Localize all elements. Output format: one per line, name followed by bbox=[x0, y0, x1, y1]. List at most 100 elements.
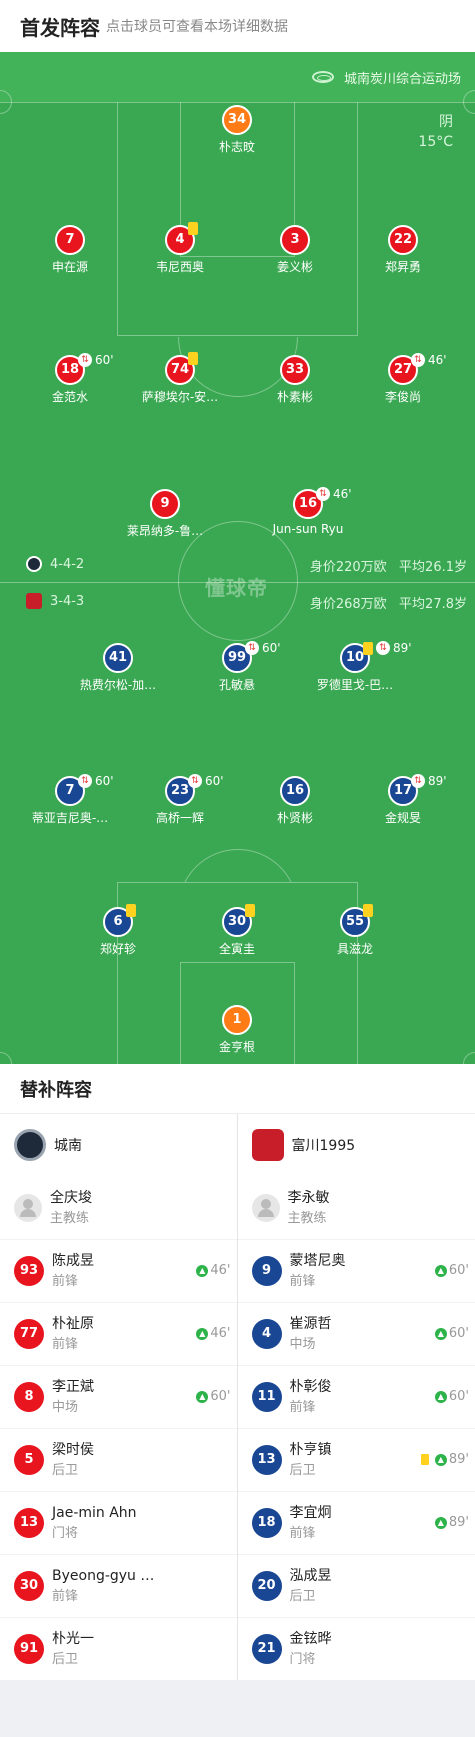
player-position: 门将 bbox=[52, 1526, 79, 1541]
away-player[interactable]: 41 热费尔松-加… bbox=[58, 643, 178, 693]
sub-on-icon: ▲ bbox=[434, 1453, 447, 1466]
sub-player-row[interactable]: 5 梁时侯 后卫 bbox=[0, 1428, 237, 1491]
away-player[interactable]: 55 具滋龙 bbox=[295, 904, 415, 957]
player-position: 后卫 bbox=[289, 1589, 316, 1604]
player-position: 前锋 bbox=[289, 1274, 316, 1289]
sub-on-icon: ▲ bbox=[434, 1516, 447, 1529]
sub-player-row[interactable]: 93 陈成昱 前锋 ▲ 46' bbox=[0, 1239, 237, 1302]
player-number: 3 bbox=[280, 225, 310, 255]
sub-on-icon: ▲ bbox=[196, 1264, 209, 1277]
away-player[interactable]: 7 ⇅ 60' 蒂亚吉尼奥-… bbox=[10, 774, 130, 826]
sub-in-status: ▲ 60' bbox=[434, 1326, 469, 1341]
yellow-card-icon bbox=[363, 641, 373, 655]
sub-player-row[interactable]: 4 崔源哲 中场 ▲ 60' bbox=[237, 1302, 475, 1365]
home-player[interactable]: 4 韦尼西奥 bbox=[120, 222, 240, 275]
sub-minute: 89' bbox=[448, 1515, 469, 1530]
substitution-marker: ⇅ 89' bbox=[363, 641, 412, 655]
home-coach[interactable]: 全庆埈 主教练 bbox=[0, 1176, 237, 1239]
home-player[interactable]: 7 申在源 bbox=[10, 225, 130, 275]
away-team-row[interactable]: 富川1995 bbox=[238, 1114, 475, 1176]
sub-player-row[interactable]: 9 蒙塔尼奥 前锋 ▲ 60' bbox=[237, 1239, 475, 1302]
sub-player-row[interactable]: 18 李宜炯 前锋 ▲ 89' bbox=[237, 1491, 475, 1554]
home-player[interactable]: 74 萨穆埃尔-安… bbox=[120, 352, 240, 405]
player-number: 11 bbox=[251, 1382, 282, 1412]
away-player[interactable]: 6 郑好轸 bbox=[58, 904, 178, 957]
sub-player-row[interactable]: 77 朴祉原 前锋 ▲ 46' bbox=[0, 1302, 237, 1365]
away-player[interactable]: 99 ⇅ 60' 孔敏悬 bbox=[177, 641, 297, 693]
player-name: 朴素彬 bbox=[276, 390, 313, 404]
player-name: 蒂亚吉尼奥-… bbox=[31, 811, 109, 825]
substitution-marker: ⇅ 89' bbox=[411, 774, 447, 788]
bucheon-logo-icon bbox=[26, 593, 42, 609]
sub-player-row[interactable]: 30 Byeong-gyu … 前锋 bbox=[0, 1554, 237, 1617]
player-name: 李正斌 bbox=[52, 1379, 94, 1395]
player-name: 韦尼西奥 bbox=[155, 260, 204, 274]
sub-off-icon: ⇅ bbox=[376, 641, 390, 655]
away-player[interactable]: 1 金亨根 bbox=[177, 1005, 297, 1055]
player-name: 全寅圭 bbox=[218, 942, 255, 956]
stadium-icon bbox=[311, 71, 334, 83]
sub-player-row[interactable]: 21 金铉晔 门将 bbox=[237, 1617, 475, 1680]
player-name: 高桥一辉 bbox=[155, 811, 204, 825]
away-age: 平均27.8岁 bbox=[399, 597, 467, 612]
sub-minute: 60' bbox=[210, 1389, 231, 1404]
away-player[interactable]: 30 全寅圭 bbox=[177, 904, 297, 957]
away-player[interactable]: 10 ⇅ 89' 罗德里戈-巴… bbox=[295, 641, 415, 693]
sub-minute: 89' bbox=[393, 641, 412, 655]
away-player[interactable]: 16 朴贤彬 bbox=[235, 776, 355, 826]
player-number: 21 bbox=[251, 1634, 282, 1664]
sub-player-row[interactable]: 8 李正斌 中场 ▲ 60' bbox=[0, 1365, 237, 1428]
sub-player-row[interactable]: 13 朴亨镇 后卫 ▲ 89' bbox=[237, 1428, 475, 1491]
player-name: 崔源哲 bbox=[289, 1316, 332, 1332]
yellow-card-icon bbox=[420, 1454, 429, 1465]
player-name: 泓成昱 bbox=[289, 1568, 332, 1584]
player-name: 罗德里戈-巴… bbox=[316, 678, 394, 692]
home-age: 平均26.1岁 bbox=[399, 560, 467, 575]
sub-player-row[interactable]: 20 泓成昱 后卫 bbox=[237, 1554, 475, 1617]
player-name: 具滋龙 bbox=[336, 942, 373, 956]
player-name: 金铉晔 bbox=[289, 1631, 332, 1647]
player-name: 李俊尚 bbox=[384, 390, 421, 404]
bucheon-logo-icon bbox=[251, 1129, 284, 1161]
sub-in-status: ▲ 60' bbox=[196, 1389, 231, 1404]
home-player[interactable]: 16 ⇅ 46' Jun-sun Ryu bbox=[248, 487, 368, 536]
player-number: 9 bbox=[251, 1256, 282, 1286]
home-player[interactable]: 3 姜义彬 bbox=[235, 225, 355, 275]
player-name: 姜义彬 bbox=[276, 260, 313, 274]
home-player[interactable]: 22 郑昇勇 bbox=[343, 225, 463, 275]
yellow-card-icon bbox=[363, 904, 373, 917]
sub-off-icon: ⇅ bbox=[411, 774, 425, 788]
player-number: 1 bbox=[222, 1005, 252, 1035]
player-name: 朴光一 bbox=[52, 1631, 94, 1647]
home-player[interactable]: 9 莱昂纳多-鲁… bbox=[105, 489, 225, 539]
player-name: 李宜炯 bbox=[289, 1505, 332, 1521]
player-number: 13 bbox=[14, 1508, 44, 1538]
substitution-marker: ⇅ 46' bbox=[316, 487, 352, 501]
home-team-row[interactable]: 城南 bbox=[0, 1114, 237, 1176]
away-team-name: 富川1995 bbox=[291, 1138, 356, 1154]
venue-name: 城南炭川综合运动场 bbox=[343, 71, 461, 87]
player-number: 18 bbox=[251, 1508, 282, 1538]
player-name: 莱昂纳多-鲁… bbox=[126, 524, 204, 538]
coach-avatar-icon bbox=[251, 1193, 280, 1222]
home-value: 身价220万欧 bbox=[309, 560, 387, 575]
away-subs-column: 富川1995 李永敏 主教练 9 蒙塔尼奥 前锋 ▲ 60' 4 崔源哲 中场 ▲ 60' 11 朴彰俊… bbox=[237, 1114, 475, 1680]
sub-off-icon: ⇅ bbox=[78, 774, 92, 788]
sub-player-row[interactable]: 13 Jae-min Ahn 门将 bbox=[0, 1491, 237, 1554]
sub-player-row[interactable]: 91 朴光一 后卫 bbox=[0, 1617, 237, 1680]
sub-player-row[interactable]: 11 朴彰俊 前锋 ▲ 60' bbox=[237, 1365, 475, 1428]
away-player[interactable]: 23 ⇅ 60' 高桥一辉 bbox=[120, 774, 240, 826]
sub-minute: 89' bbox=[448, 1452, 469, 1467]
home-player[interactable]: 33 朴素彬 bbox=[235, 355, 355, 405]
player-position: 后卫 bbox=[289, 1463, 316, 1478]
sub-minute: 60' bbox=[262, 641, 281, 655]
sub-minute: 46' bbox=[333, 487, 352, 501]
home-player[interactable]: 34 朴志旼 bbox=[177, 105, 297, 155]
away-coach[interactable]: 李永敏 主教练 bbox=[238, 1176, 475, 1239]
sub-minute: 89' bbox=[428, 774, 447, 788]
home-player[interactable]: 18 ⇅ 60' 金范水 bbox=[10, 353, 130, 405]
player-number: 4 bbox=[251, 1319, 282, 1349]
away-player[interactable]: 17 ⇅ 89' 金规旻 bbox=[343, 774, 463, 826]
player-name: 朴祉原 bbox=[52, 1316, 94, 1332]
home-player[interactable]: 27 ⇅ 46' 李俊尚 bbox=[343, 353, 463, 405]
